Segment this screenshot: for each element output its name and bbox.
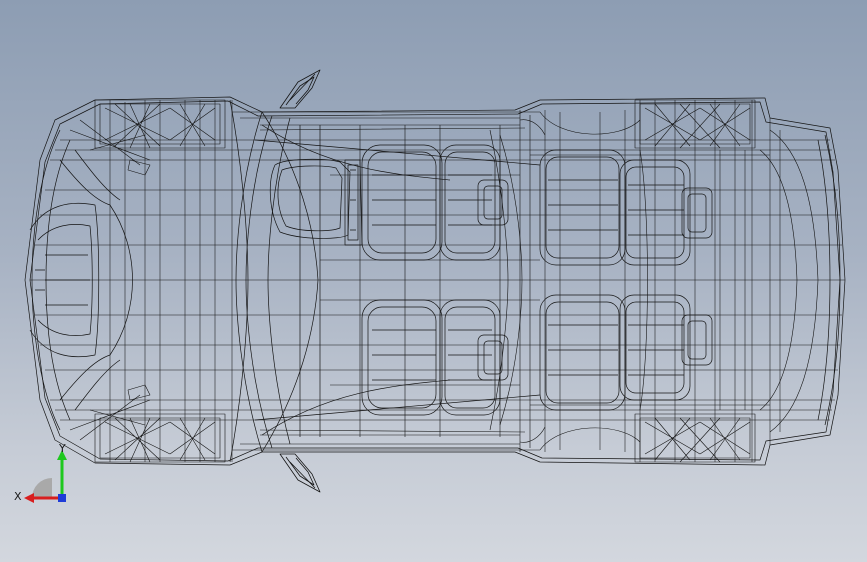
graphics-viewport[interactable] — [0, 0, 867, 562]
triad-quadrant — [32, 478, 52, 498]
rear-section — [639, 129, 819, 433]
front-left-seat — [361, 144, 509, 261]
long-lines — [30, 124, 845, 436]
x-axis-label: X — [14, 490, 22, 503]
dashboard — [269, 158, 363, 246]
right-mirror — [279, 453, 321, 493]
sill-detail — [127, 111, 546, 451]
front-left-wheel — [69, 99, 226, 166]
car-wireframe-model[interactable] — [0, 0, 867, 562]
axis-triad: Y X — [14, 440, 74, 510]
rear-seat-left — [539, 149, 713, 266]
cross-lines — [109, 100, 781, 462]
rear-seat-right — [539, 294, 713, 411]
z-axis-origin — [58, 494, 66, 502]
front-right-seat — [361, 299, 509, 416]
x-axis-arrowhead — [24, 493, 34, 503]
y-axis-label: Y — [59, 442, 66, 455]
front-right-wheel — [69, 394, 226, 463]
left-mirror — [279, 69, 321, 109]
